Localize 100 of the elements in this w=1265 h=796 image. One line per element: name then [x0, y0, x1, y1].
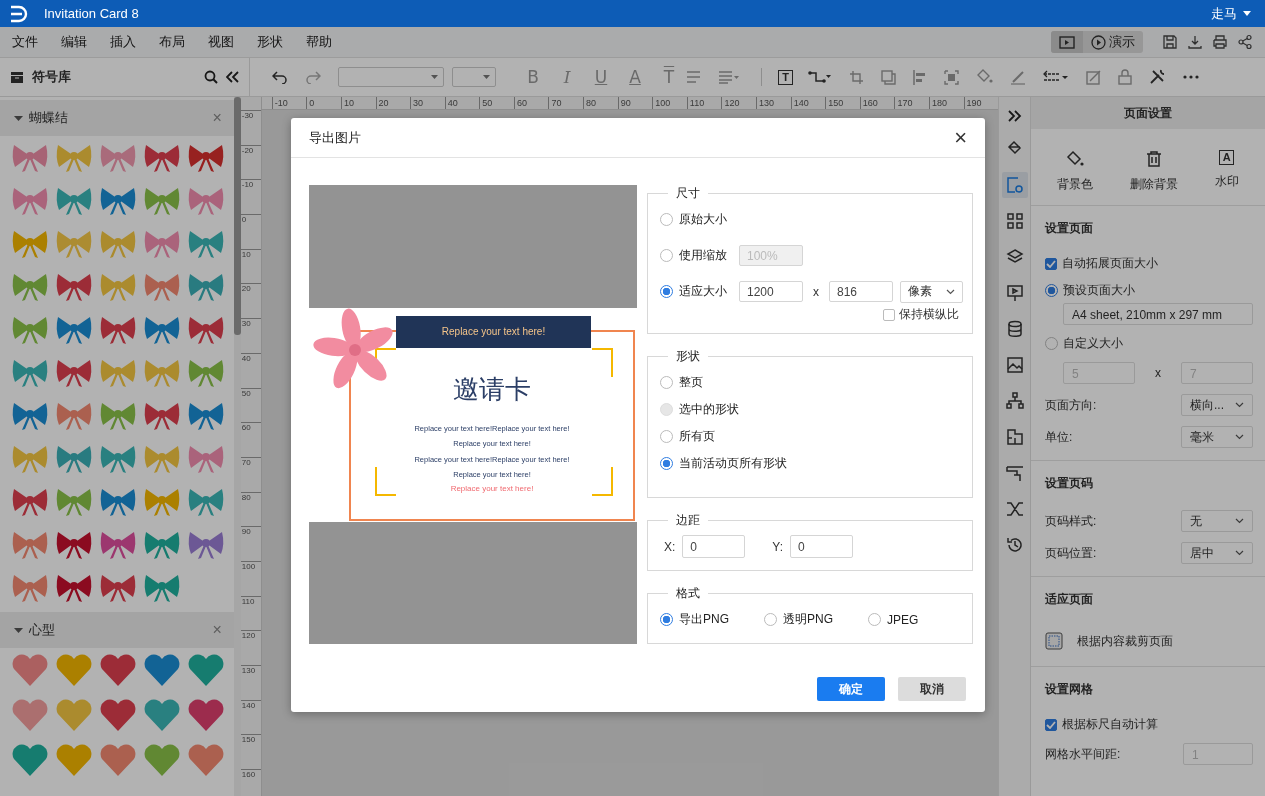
save-icon[interactable] — [1162, 34, 1178, 50]
radio-button[interactable] — [660, 376, 673, 389]
menu-item[interactable]: 布局 — [159, 33, 185, 51]
ruler-label: 160 — [859, 97, 895, 109]
more-icon[interactable] — [1183, 75, 1199, 79]
pen-icon[interactable] — [1010, 69, 1026, 85]
caret-down-icon[interactable] — [14, 113, 23, 123]
margin-y-field[interactable]: 0 — [790, 535, 854, 558]
shadow-icon[interactable] — [881, 69, 896, 85]
menu-item[interactable]: 插入 — [110, 33, 136, 51]
ruler-label: 30 — [410, 97, 445, 109]
checkbox[interactable] — [1045, 718, 1057, 731]
cancel-button[interactable]: 取消 — [898, 677, 966, 701]
print-icon[interactable] — [1212, 34, 1228, 50]
menu-item[interactable]: 文件 — [12, 33, 38, 51]
crop-page-button[interactable]: 根据内容裁剪页面 — [1045, 626, 1253, 654]
present-button[interactable]: 演示 — [1083, 31, 1143, 53]
unit-select[interactable]: 像素 — [900, 280, 963, 303]
radio-button[interactable] — [1045, 337, 1058, 350]
height-field[interactable]: 816 — [829, 281, 893, 302]
chevron-down-icon — [1235, 550, 1244, 556]
heart-icon[interactable] — [11, 743, 49, 777]
frame-icon[interactable] — [849, 69, 864, 85]
search-icon[interactable] — [204, 70, 218, 84]
library-title: 符号库 — [32, 68, 71, 86]
menu-item[interactable]: 帮助 — [306, 33, 332, 51]
heart-icon[interactable] — [55, 743, 93, 777]
fill-action-button[interactable]: 背景色 — [1057, 150, 1094, 193]
select-field[interactable]: 横向... — [1181, 394, 1253, 416]
heart-icon[interactable] — [143, 698, 181, 732]
screen-button[interactable] — [1051, 31, 1083, 53]
close-button[interactable]: × — [954, 126, 967, 149]
connector-icon[interactable] — [808, 70, 832, 84]
share-icon[interactable] — [1237, 34, 1253, 50]
heart-icon[interactable] — [143, 743, 181, 777]
page-tool-button[interactable] — [1001, 172, 1028, 198]
heart-icon[interactable] — [187, 743, 225, 777]
heart-icon[interactable] — [99, 743, 137, 777]
watermark-icon: A — [1219, 150, 1235, 165]
radio-button[interactable] — [868, 613, 881, 626]
text-action-button[interactable]: A 水印 — [1214, 150, 1239, 193]
radio-button[interactable] — [660, 249, 673, 262]
menu-item[interactable]: 形状 — [257, 33, 283, 51]
field-label: 网格水平间距: — [1045, 745, 1121, 763]
section-header[interactable]: 心型 × — [0, 612, 234, 648]
radio-button[interactable] — [764, 613, 777, 626]
tools-icon[interactable] — [1149, 69, 1166, 85]
heart-icon[interactable] — [11, 653, 49, 687]
group-legend: 边距 — [668, 512, 708, 529]
menu-item[interactable]: 编辑 — [61, 33, 87, 51]
scrollbar-thumb[interactable] — [233, 97, 241, 335]
heart-icon[interactable] — [187, 698, 225, 732]
confirm-button[interactable]: 确定 — [817, 677, 885, 701]
line-style-icon[interactable] — [1043, 70, 1069, 84]
select-field[interactable]: 无 — [1181, 510, 1253, 532]
caret-icon[interactable] — [1243, 11, 1251, 16]
align-left-icon[interactable] — [913, 69, 927, 85]
checkbox[interactable] — [1045, 257, 1057, 270]
heart-icon[interactable] — [55, 653, 93, 687]
heart-icon[interactable] — [55, 698, 93, 732]
font-family-dropdown[interactable] — [338, 67, 444, 87]
text-box-button[interactable]: T — [778, 69, 793, 85]
trash-action-button[interactable]: 删除背景 — [1130, 150, 1178, 193]
heart-icon[interactable] — [143, 653, 181, 687]
download-icon[interactable] — [1187, 34, 1203, 50]
heart-icon[interactable] — [187, 653, 225, 687]
lock-icon[interactable] — [1118, 69, 1132, 85]
ruler-label: 30 — [240, 318, 261, 353]
width-field[interactable]: 1200 — [739, 281, 803, 302]
radio-button[interactable] — [1045, 284, 1058, 297]
margin-x-field[interactable]: 0 — [682, 535, 746, 558]
heart-icon[interactable] — [99, 653, 137, 687]
align-icon[interactable] — [686, 71, 701, 83]
heart-icon[interactable] — [11, 698, 49, 732]
expand-icon[interactable] — [1007, 110, 1022, 122]
select-field[interactable]: 居中 — [1181, 542, 1253, 564]
checkbox[interactable] — [883, 308, 895, 321]
heart-icon[interactable] — [99, 698, 137, 732]
edit-shape-icon[interactable] — [1086, 69, 1101, 85]
radio-button[interactable] — [660, 613, 673, 626]
radio-button[interactable] — [660, 213, 673, 226]
fill-icon[interactable] — [976, 69, 993, 85]
caret-down-icon[interactable] — [14, 625, 23, 635]
radio-button[interactable] — [660, 430, 673, 443]
user-name[interactable]: 走马 — [1211, 4, 1237, 23]
menu-item[interactable]: 视图 — [208, 33, 234, 51]
radio-button[interactable] — [660, 285, 673, 298]
font-size-dropdown[interactable] — [452, 67, 496, 87]
redo-icon[interactable] — [305, 70, 321, 84]
ruler-label: 110 — [686, 97, 722, 109]
group-icon[interactable] — [944, 69, 959, 85]
ruler-label: 140 — [790, 97, 826, 109]
undo-icon[interactable] — [272, 70, 288, 84]
collapse-icon[interactable] — [226, 71, 239, 83]
line-spacing-icon[interactable] — [718, 70, 740, 84]
select-field[interactable]: 毫米 — [1181, 426, 1253, 448]
section-header[interactable]: 蝴蝶结 × — [0, 100, 234, 136]
radio-button[interactable] — [660, 457, 673, 470]
page-size-field[interactable]: A4 sheet, 210mm x 297 mm — [1063, 303, 1253, 325]
ruler-label: 80 — [240, 491, 261, 527]
